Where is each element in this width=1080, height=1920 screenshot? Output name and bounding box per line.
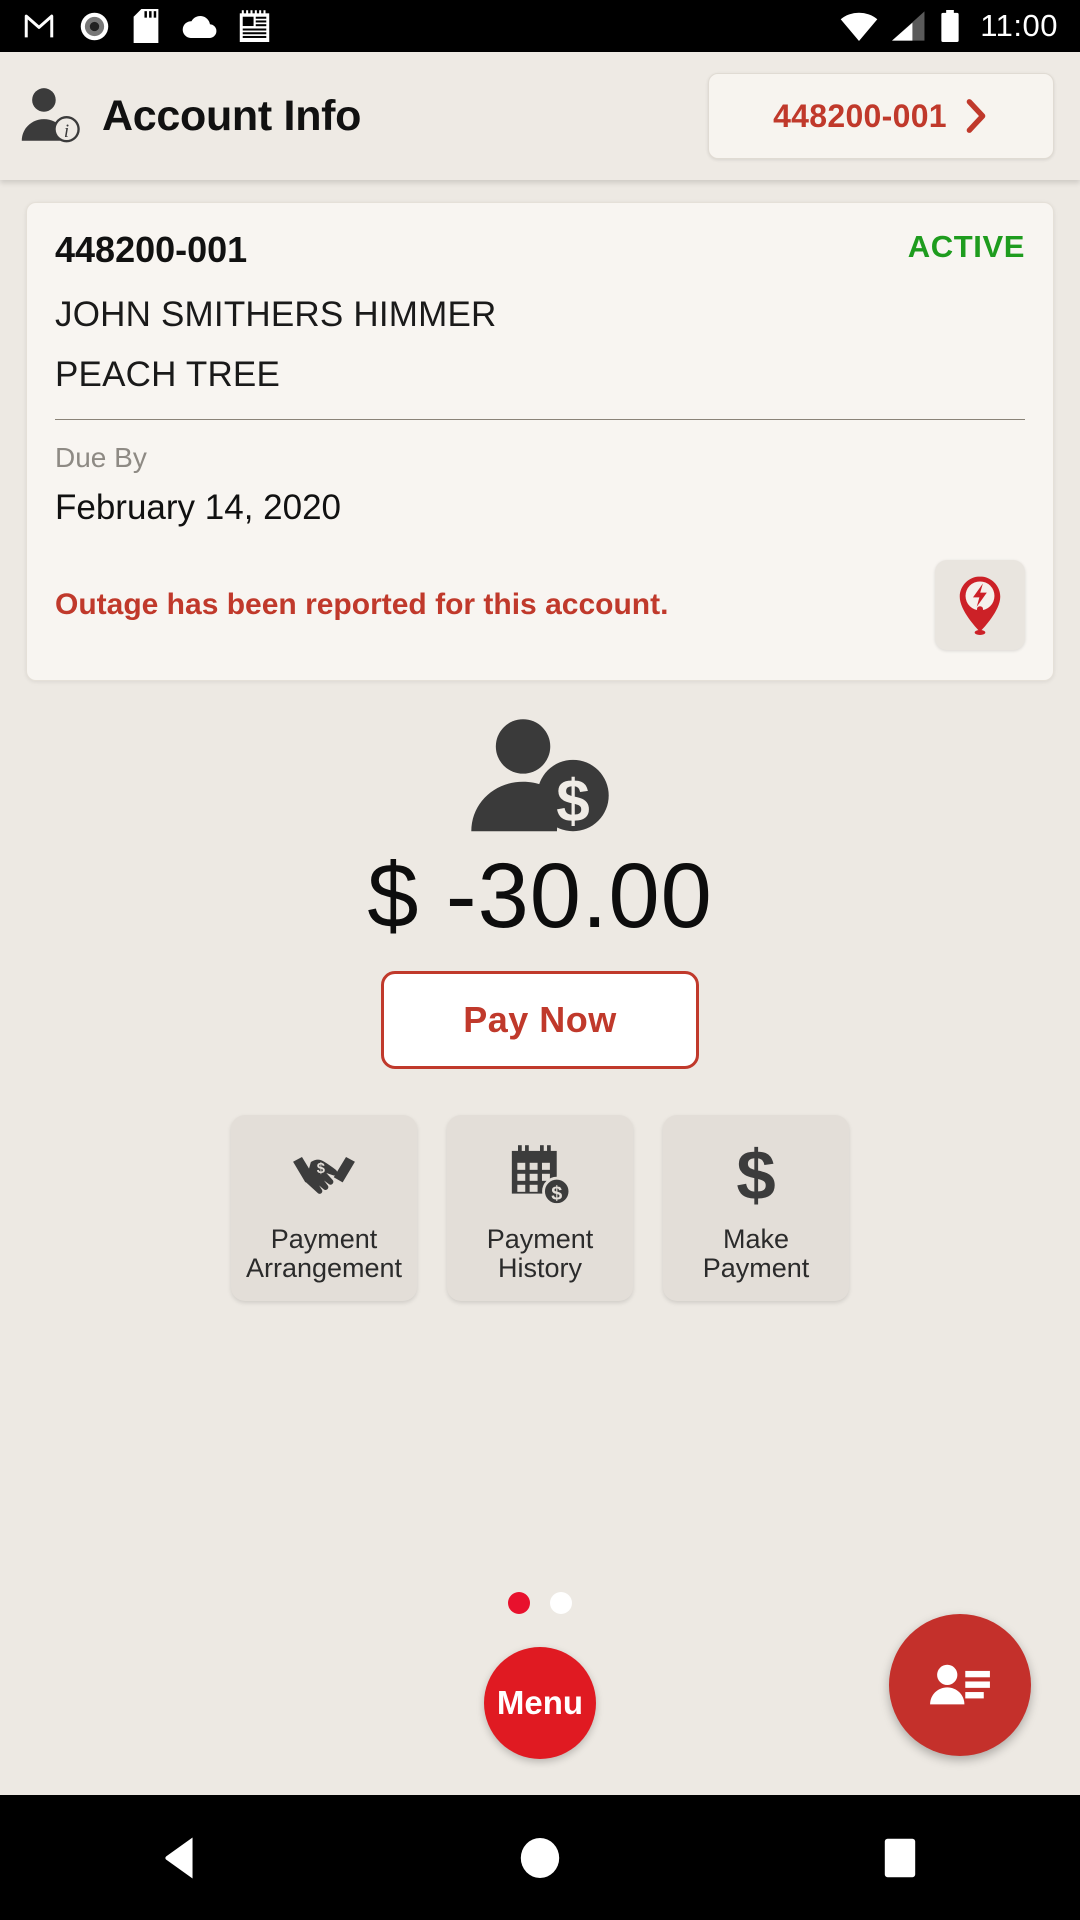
balance-amount: $ -30.00 xyxy=(367,845,713,947)
sd-card-icon xyxy=(133,9,159,43)
app-header-title-group: i Account Info xyxy=(18,83,361,149)
due-by-date: February 14, 2020 xyxy=(55,488,342,527)
back-icon xyxy=(165,1837,193,1878)
pagination-dots xyxy=(0,1592,1080,1614)
account-summary-card[interactable]: 448200-001 ACTIVE JOHN SMITHERS HIMMER P… xyxy=(26,202,1054,681)
pagination-dot-active[interactable] xyxy=(508,1592,530,1614)
status-bar-notification-icons xyxy=(22,9,270,43)
calendar-dollar-icon: $ xyxy=(507,1139,573,1213)
card-divider xyxy=(55,419,1025,420)
chevron-right-icon xyxy=(966,99,986,133)
account-selector-button[interactable]: 448200-001 xyxy=(708,73,1054,159)
status-badge: ACTIVE xyxy=(907,229,1025,264)
account-number: 448200-001 xyxy=(55,229,248,270)
record-icon xyxy=(80,12,109,40)
svg-text:$: $ xyxy=(556,766,590,833)
home-icon xyxy=(520,1837,560,1878)
pagination-dot-inactive[interactable] xyxy=(550,1592,572,1614)
recents-button[interactable] xyxy=(825,1795,975,1920)
service-address: PEACH TREE xyxy=(55,355,281,394)
app-header: i Account Info 448200-001 xyxy=(0,52,1080,180)
pay-now-button[interactable]: Pay Now xyxy=(381,971,699,1069)
quick-actions: $ Payment Arrangement $ Payment History … xyxy=(0,1115,1080,1301)
account-selector-label: 448200-001 xyxy=(773,97,947,134)
payment-arrangement-tile[interactable]: $ Payment Arrangement xyxy=(231,1115,417,1301)
payment-history-tile[interactable]: $ Payment History xyxy=(447,1115,633,1301)
cloud-icon xyxy=(182,16,217,39)
customer-balance-icon: $ xyxy=(471,719,609,834)
svg-text:$: $ xyxy=(551,1182,562,1204)
recents-icon xyxy=(884,1838,916,1877)
gmail-icon xyxy=(24,14,54,38)
pay-now-row: Pay Now xyxy=(0,971,1080,1069)
contact-us-fab[interactable] xyxy=(889,1614,1031,1756)
make-payment-tile[interactable]: $ Make Payment xyxy=(663,1115,849,1301)
status-bar-system-icons: 11:00 xyxy=(840,8,1058,44)
back-button[interactable] xyxy=(105,1795,255,1920)
outage-pin-icon xyxy=(959,576,1001,635)
make-payment-label: Make Payment xyxy=(702,1223,810,1283)
account-card-header-row: 448200-001 ACTIVE xyxy=(55,229,1025,271)
payment-arrangement-label: Payment Arrangement xyxy=(245,1223,403,1283)
android-navigation-bar xyxy=(0,1795,1080,1920)
news-icon xyxy=(239,9,270,42)
outage-report-button[interactable] xyxy=(935,560,1025,650)
battery-icon xyxy=(941,10,959,42)
account-info-icon: i xyxy=(21,88,80,143)
balance-section: $ $ -30.00 xyxy=(0,717,1080,949)
dollar-sign-icon: $ xyxy=(730,1139,782,1213)
status-bar: 11:00 xyxy=(0,0,1080,52)
outage-row: Outage has been reported for this accoun… xyxy=(55,560,1025,650)
customer-name: JOHN SMITHERS HIMMER xyxy=(55,295,497,334)
page-title: Account Info xyxy=(102,91,362,140)
svg-text:$: $ xyxy=(736,1143,775,1209)
home-button[interactable] xyxy=(465,1795,615,1920)
svg-text:i: i xyxy=(64,121,69,142)
menu-button[interactable]: Menu xyxy=(484,1647,596,1759)
handshake-dollar-icon: $ xyxy=(288,1139,360,1213)
payment-history-label: Payment History xyxy=(486,1223,594,1283)
wifi-icon xyxy=(840,12,878,41)
cellular-signal-icon xyxy=(892,11,925,41)
due-by-label: Due By xyxy=(55,442,147,473)
svg-text:$: $ xyxy=(317,1161,326,1177)
contact-card-icon xyxy=(930,1664,990,1705)
outage-message: Outage has been reported for this accoun… xyxy=(55,588,669,621)
status-bar-clock: 11:00 xyxy=(980,8,1058,43)
